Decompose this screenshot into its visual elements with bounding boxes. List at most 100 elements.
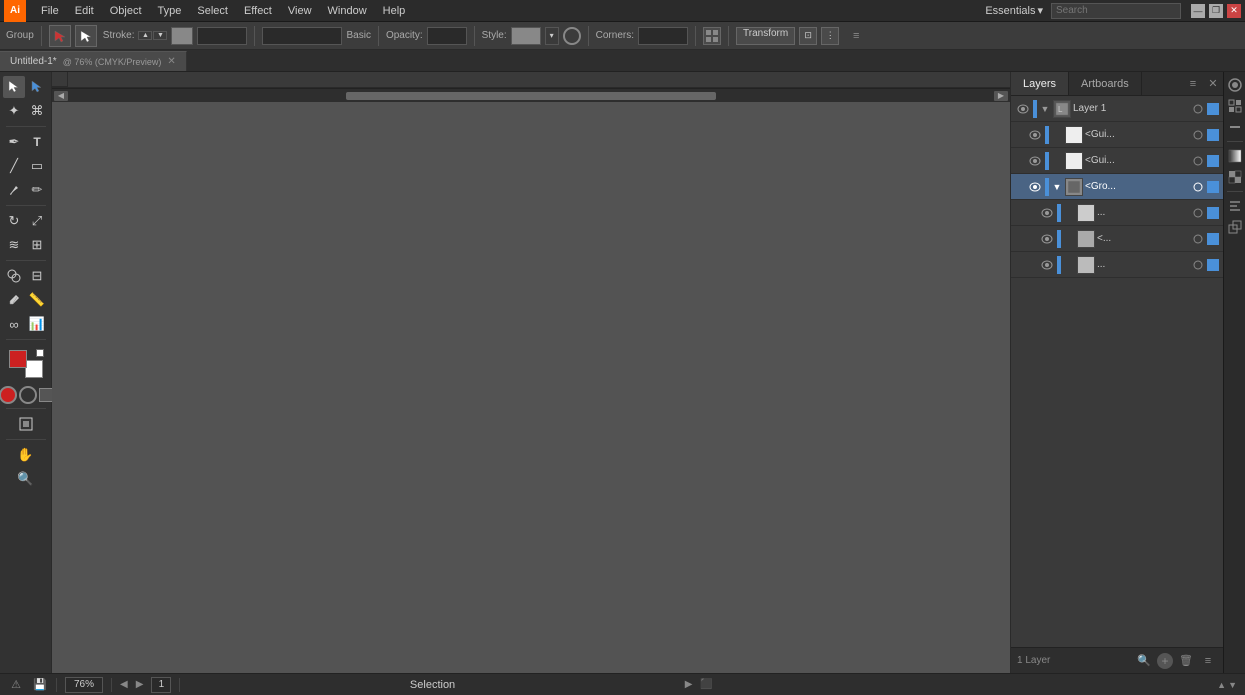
right-gradient-icon[interactable] [1226, 147, 1244, 165]
more-options-icon[interactable]: ⋮ [821, 27, 839, 45]
panel-toggle-icon[interactable]: ≡ [847, 27, 865, 45]
save-icon[interactable]: 💾 [32, 677, 48, 693]
panel-close-icon[interactable]: ✕ [1203, 72, 1223, 95]
none-icon[interactable] [39, 388, 53, 402]
style-swatch[interactable] [511, 27, 541, 45]
page-input[interactable] [151, 677, 171, 693]
layer-expand-3[interactable]: ▼ [1051, 182, 1063, 192]
layer-row-6[interactable]: ▶ ... [1011, 252, 1223, 278]
right-pathfinder-icon[interactable] [1226, 218, 1244, 236]
layer-row-2[interactable]: ▶ <Gui... [1011, 148, 1223, 174]
layer-target-3[interactable] [1191, 180, 1205, 194]
menu-edit[interactable]: Edit [68, 3, 101, 19]
pencil-tool[interactable]: ✏ [26, 179, 48, 201]
foreground-color-swatch[interactable] [9, 350, 27, 368]
layer-visibility-0[interactable] [1015, 101, 1031, 117]
scale-tool[interactable]: ⤢ [26, 210, 48, 232]
hand-tool[interactable]: ✋ [15, 444, 37, 466]
magic-wand-tool[interactable]: ✦ [3, 100, 25, 122]
direct-selection-tool[interactable] [26, 76, 48, 98]
layer-row-1[interactable]: ▶ <Gui... [1011, 122, 1223, 148]
zoom-input[interactable] [65, 677, 103, 693]
menu-effect[interactable]: Effect [237, 3, 279, 19]
stroke-up-arrow[interactable]: ▲ [138, 31, 152, 40]
scroll-thumb[interactable] [346, 92, 716, 100]
layer-target-6[interactable] [1191, 258, 1205, 272]
opacity-input[interactable]: 100% [427, 27, 467, 45]
menu-help[interactable]: Help [376, 3, 413, 19]
minimize-button[interactable]: — [1191, 4, 1205, 18]
direct-selection-icon[interactable] [75, 25, 97, 47]
zoom-tool[interactable]: 🔍 [15, 468, 37, 490]
layer-expand-0[interactable]: ▼ [1039, 104, 1051, 114]
right-align-icon[interactable] [1226, 197, 1244, 215]
layer-row-4[interactable]: ▶ ... [1011, 200, 1223, 226]
menu-type[interactable]: Type [151, 3, 189, 19]
layer-row-5[interactable]: ▶ <... [1011, 226, 1223, 252]
layer-visibility-3[interactable] [1027, 179, 1043, 195]
layer-row-0[interactable]: ▼ L Layer 1 [1011, 96, 1223, 122]
fill-icon[interactable] [0, 386, 17, 404]
search-layers-button[interactable]: 🔍 [1135, 652, 1153, 670]
nav-next-button[interactable]: ▶ [136, 679, 144, 690]
stroke-color-swatch[interactable] [171, 27, 193, 45]
menu-view[interactable]: View [281, 3, 319, 19]
scroll-down-button[interactable]: ▼ [1228, 680, 1237, 690]
menu-select[interactable]: Select [190, 3, 235, 19]
layer-menu-button[interactable]: ≡ [1199, 652, 1217, 670]
layer-target-4[interactable] [1191, 206, 1205, 220]
right-transparency-icon[interactable] [1226, 168, 1244, 186]
layer-target-5[interactable] [1191, 232, 1205, 246]
rotate-tool[interactable]: ↻ [3, 210, 25, 232]
right-brush-icon[interactable] [1226, 97, 1244, 115]
tab-layers[interactable]: Layers [1011, 72, 1069, 95]
warp-tool[interactable]: ≋ [3, 234, 25, 256]
stroke-weight-input[interactable] [197, 27, 247, 45]
blend-tool[interactable]: ∞ [3, 313, 25, 335]
layer-target-1[interactable] [1191, 128, 1205, 142]
menu-window[interactable]: Window [321, 3, 374, 19]
menu-file[interactable]: File [34, 3, 66, 19]
scroll-up-button[interactable]: ▲ [1217, 680, 1226, 690]
shape-builder-tool[interactable] [3, 265, 25, 287]
right-stroke-icon[interactable] [1226, 118, 1244, 136]
transform-icon[interactable]: ⊡ [799, 27, 817, 45]
add-layer-button[interactable]: + [1157, 653, 1173, 669]
style-input[interactable] [262, 27, 342, 45]
perspective-tool[interactable]: ⊟ [26, 265, 48, 287]
layer-visibility-6[interactable] [1039, 257, 1055, 273]
transform-button[interactable]: Transform [736, 27, 795, 45]
stroke-icon[interactable] [19, 386, 37, 404]
background-color-swatch[interactable] [25, 360, 43, 378]
layer-visibility-4[interactable] [1039, 205, 1055, 221]
grid-icon[interactable] [703, 27, 721, 45]
h-scrollbar[interactable]: ◀ ▶ [52, 88, 1010, 102]
graph-tool[interactable]: 📊 [26, 313, 48, 335]
restore-button[interactable]: ❐ [1209, 4, 1223, 18]
tab-close-icon[interactable]: ✕ [167, 56, 175, 67]
color-mode-icon[interactable] [563, 27, 581, 45]
workspace-selector[interactable]: Essentials ▾ [979, 2, 1049, 19]
delete-layer-button[interactable]: 🗑 [1177, 652, 1195, 670]
pen-tool[interactable]: ✒ [3, 131, 25, 153]
panel-menu-icon[interactable]: ≡ [1183, 72, 1203, 95]
eyedropper-tool[interactable] [3, 289, 25, 311]
document-tab[interactable]: Untitled-1* @ 76% (CMYK/Preview) ✕ [0, 51, 187, 71]
selection-icon[interactable] [49, 25, 71, 47]
stroke-down-arrow[interactable]: ▼ [153, 31, 167, 40]
selection-tool[interactable] [3, 76, 25, 98]
document-error-icon[interactable]: ⚠ [8, 677, 24, 693]
swap-icon[interactable] [36, 349, 44, 357]
nav-prev-button[interactable]: ◀ [120, 679, 128, 690]
tab-artboards[interactable]: Artboards [1069, 72, 1142, 95]
rect-tool[interactable]: ▭ [26, 155, 48, 177]
layer-visibility-2[interactable] [1027, 153, 1043, 169]
status-stop-button[interactable]: ⬛ [700, 679, 712, 690]
layer-target-2[interactable] [1191, 154, 1205, 168]
lasso-tool[interactable]: ⌘ [26, 100, 48, 122]
menu-object[interactable]: Object [103, 3, 149, 19]
right-color-icon[interactable] [1226, 76, 1244, 94]
layer-visibility-1[interactable] [1027, 127, 1043, 143]
layer-row-3[interactable]: ▼ <Gro... [1011, 174, 1223, 200]
artboard-tool[interactable] [15, 413, 37, 435]
